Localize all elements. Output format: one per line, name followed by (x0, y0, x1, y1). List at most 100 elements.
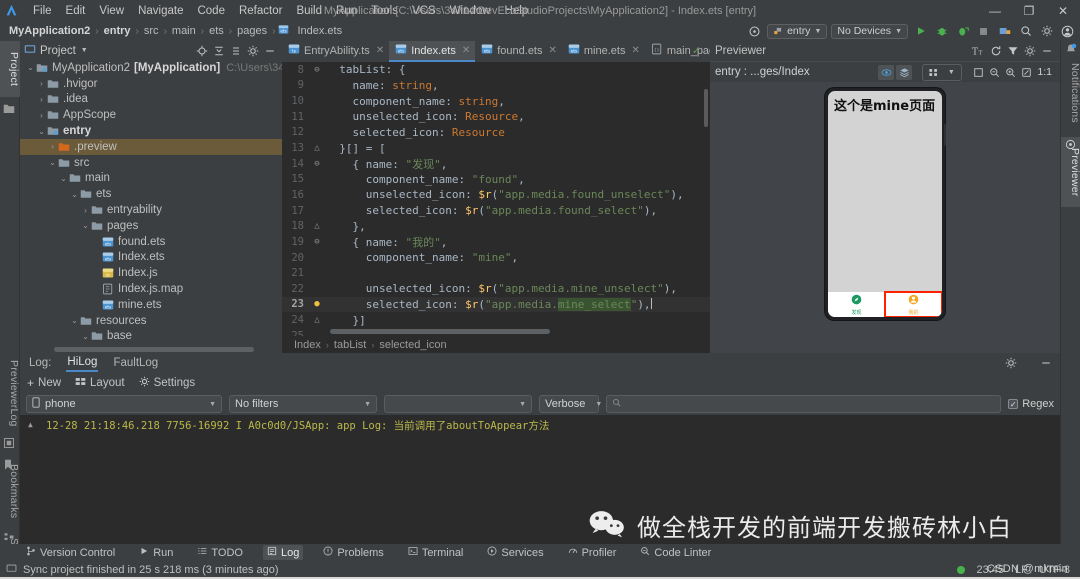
chevron-down-icon[interactable]: ▼ (943, 65, 959, 80)
code-line-19[interactable]: 19 ⊖ { name: "我的", (282, 234, 710, 250)
log-filter-bar[interactable]: phone ▼ No filters ▼ ▼ Verbose ▼ ✓ Regex (20, 393, 1060, 415)
zoom-out-icon[interactable] (986, 65, 1002, 80)
tree-expand-arrow[interactable]: › (37, 111, 46, 120)
tree-expand-arrow[interactable]: › (48, 142, 57, 151)
tree-item-resources[interactable]: ⌄ resources (20, 313, 282, 329)
tool-window-log[interactable]: Log (262, 545, 304, 560)
locate-file-icon[interactable] (193, 42, 210, 59)
tree-item-entryability[interactable]: › entryability (20, 202, 282, 218)
tab-hilog[interactable]: HiLog (66, 354, 99, 372)
sidebar-item-project[interactable]: Project (0, 41, 20, 97)
menu-run[interactable]: Run (329, 3, 364, 19)
layers-icon[interactable] (896, 64, 913, 80)
tree-item-found-ets[interactable]: ets found.ets (20, 234, 282, 250)
code-line-9[interactable]: 9 name: string, (282, 78, 710, 94)
breadcrumb-item-ets[interactable]: ets (207, 25, 226, 37)
log-gear-icon[interactable] (1002, 355, 1019, 372)
tool-window-problems[interactable]: Problems (319, 545, 387, 560)
editor-crumb-index[interactable]: Index (294, 339, 321, 351)
device-selector[interactable]: No Devices ▼ (831, 23, 908, 39)
zoom-level[interactable]: 1:1 (1034, 66, 1055, 78)
debug-button[interactable] (933, 23, 950, 40)
refresh-icon[interactable] (987, 43, 1004, 60)
device-dropdown[interactable]: phone ▼ (26, 395, 222, 413)
regex-checkbox[interactable]: ✓ (1008, 399, 1019, 409)
code-line-20[interactable]: 20 component_name: "mine", (282, 250, 710, 266)
code-line-16[interactable]: 16 unselected_icon: $r("app.media.found_… (282, 187, 710, 203)
breadcrumb-item-entry[interactable]: entry (102, 25, 133, 37)
phone-tab-bar[interactable]: 发现 我的 (828, 291, 942, 317)
previewer-toolbar[interactable]: entry : ...ges/Index ▼ 1:1 (710, 61, 1060, 82)
fold-marker[interactable]: △ (308, 221, 326, 231)
filter-icon[interactable] (1004, 43, 1021, 60)
tree-expand-arrow[interactable]: ⌄ (81, 332, 90, 341)
tree-item-pages[interactable]: ⌄ pages (20, 218, 282, 234)
hide-panel-icon[interactable] (261, 42, 278, 59)
chevron-down-icon[interactable]: ▼ (81, 47, 88, 54)
code-line-8[interactable]: 8 ⊖ tabList: { (282, 62, 710, 78)
tree-expand-arrow[interactable]: ⌄ (59, 174, 68, 183)
tool-window-todo[interactable]: TODO (193, 545, 247, 560)
code-line-14[interactable]: 14 ⊖ { name: "发现", (282, 156, 710, 172)
gear-icon[interactable] (1038, 23, 1055, 40)
profile-button[interactable] (954, 23, 971, 40)
close-button[interactable]: ✕ (1046, 0, 1080, 21)
window-controls[interactable]: — ❐ ✕ (978, 0, 1080, 21)
code-line-24[interactable]: 24 △ }] (282, 312, 710, 328)
code-line-22[interactable]: 22 unselected_icon: $r("app.media.mine_u… (282, 281, 710, 297)
device-manager-icon[interactable] (996, 23, 1013, 40)
tree-expand-arrow[interactable]: ⌄ (81, 221, 90, 230)
zoom-in-icon[interactable] (1002, 65, 1018, 80)
log-toolbar[interactable]: + New Layout Settings (20, 373, 1060, 393)
search-icon[interactable] (1017, 23, 1034, 40)
tool-window-services[interactable]: Services (483, 545, 547, 560)
tree-expand-arrow[interactable]: ⌄ (26, 63, 35, 72)
tree-item-element[interactable]: ⌄element (20, 344, 282, 345)
scroll-up-icon[interactable]: ▲ (28, 420, 33, 429)
tree-item--preview[interactable]: › .preview (20, 138, 282, 155)
sidebar-item-previewerlog[interactable]: PreviewerLog (0, 353, 20, 433)
log-search-input[interactable] (606, 395, 1002, 413)
log-tab-bar[interactable]: Log: HiLog FaultLog (20, 353, 1060, 373)
tree-item-mine-ets[interactable]: ets mine.ets (20, 297, 282, 313)
collapse-all-icon[interactable] (227, 42, 244, 59)
tool-window-bar[interactable]: Version Control Run TODO Log Problems Termina… (0, 544, 1080, 561)
editor-breadcrumb[interactable]: Index › tabList › selected_icon (282, 336, 710, 353)
layout-button[interactable]: Layout (75, 376, 125, 390)
intention-bulb-icon[interactable]: ● (308, 299, 326, 309)
editor-horizontal-scrollbar[interactable] (330, 329, 550, 334)
tree-item-base[interactable]: ⌄ base (20, 329, 282, 345)
fold-marker[interactable]: ⊖ (308, 65, 326, 75)
code-line-11[interactable]: 11 unselected_icon: Resource, (282, 109, 710, 125)
fold-marker[interactable]: △ (308, 143, 326, 153)
phone-tab-found[interactable]: 发现 (828, 292, 885, 317)
tree-item--idea[interactable]: › .idea (20, 92, 282, 108)
tree-expand-arrow[interactable]: ⌄ (70, 316, 79, 325)
menu-tools[interactable]: Tools (364, 3, 405, 19)
minimize-panel-icon[interactable] (1038, 43, 1055, 60)
editor-tab-mine-ets[interactable]: ets mine.ets ✕ (562, 41, 645, 62)
breadcrumb-item-pages[interactable]: pages (235, 25, 269, 37)
gear-icon[interactable] (1021, 43, 1038, 60)
project-tree[interactable]: ⌄ MyApplication2 [MyApplication] C:\Users\3… (20, 60, 282, 345)
menu-file[interactable]: File (26, 3, 59, 19)
phone-tab-mine[interactable]: 我的 (884, 291, 942, 317)
tree-item-entry[interactable]: ⌄ entry (20, 123, 282, 139)
close-icon[interactable]: ✕ (376, 45, 384, 56)
code-line-18[interactable]: 18 △ }, (282, 218, 710, 234)
close-icon[interactable]: ✕ (549, 45, 557, 56)
run-button[interactable] (912, 23, 929, 40)
editor-crumb-tablist[interactable]: tabList (334, 339, 366, 351)
breadcrumb-item-main[interactable]: main (170, 25, 198, 37)
regex-toggle[interactable]: ✓ Regex (1008, 398, 1054, 410)
run-config-selector[interactable]: entry ▼ (767, 23, 828, 39)
sidebar-item-notifications[interactable]: Notifications (1061, 57, 1080, 129)
editor-tab-found-ets[interactable]: ets found.ets ✕ (475, 41, 562, 62)
grid-layout-icon[interactable] (925, 65, 941, 80)
tool-window-version-control[interactable]: Version Control (22, 545, 119, 560)
menu-build[interactable]: Build (289, 3, 329, 19)
menu-edit[interactable]: Edit (59, 3, 93, 19)
editor-crumb-selectedicon[interactable]: selected_icon (379, 339, 446, 351)
run-toolbar[interactable]: entry ▼ No Devices ▼ (746, 21, 1076, 41)
menu-vcs[interactable]: VCS (405, 3, 443, 19)
